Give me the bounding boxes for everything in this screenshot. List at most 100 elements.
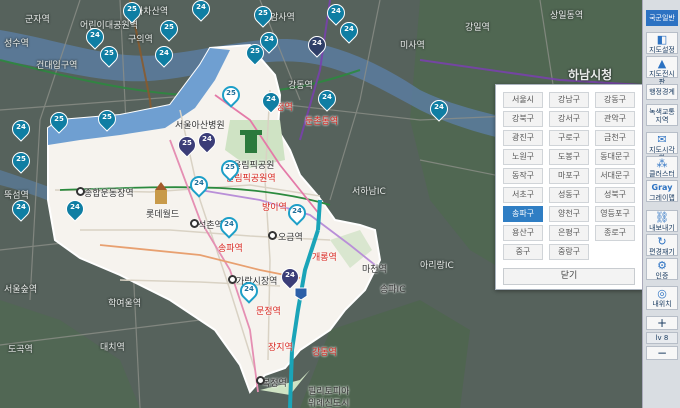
share-button[interactable]: ⛓ 내보내기 bbox=[646, 210, 678, 232]
bus-pin[interactable]: 25 bbox=[174, 132, 200, 160]
national-label: 국군일반 bbox=[649, 14, 675, 22]
district-button[interactable]: 관악구 bbox=[595, 111, 635, 127]
pin-number: 24 bbox=[434, 103, 444, 111]
district-button[interactable]: 강동구 bbox=[595, 92, 635, 108]
gray-map-button[interactable]: Gray 그레이맵 bbox=[646, 180, 678, 202]
bus-pin[interactable]: 25 bbox=[94, 106, 120, 134]
district-button[interactable]: 송파구 bbox=[503, 206, 543, 222]
bus-pin[interactable]: 24 bbox=[188, 0, 214, 24]
district-button[interactable]: 광진구 bbox=[503, 130, 543, 146]
settings-button[interactable]: ⚙ 인증 bbox=[646, 258, 678, 280]
map-setting-label: 지도설정 bbox=[649, 46, 675, 54]
district-button[interactable]: 은평구 bbox=[549, 225, 589, 241]
zoom-in-button[interactable]: + bbox=[646, 316, 678, 330]
district-button[interactable]: 강남구 bbox=[549, 92, 589, 108]
zoom-out-label: − bbox=[656, 346, 668, 360]
zoom-level-label: lv 8 bbox=[655, 334, 669, 342]
pin-number: 25 bbox=[182, 139, 192, 147]
station-marker[interactable] bbox=[268, 231, 277, 240]
district-button[interactable]: 동작구 bbox=[503, 168, 543, 184]
bus-pin[interactable]: 24 bbox=[236, 278, 262, 306]
district-button[interactable]: 동대문구 bbox=[595, 149, 635, 165]
bus-pin[interactable]: 24 bbox=[336, 18, 362, 46]
bus-pin[interactable]: 25 bbox=[217, 156, 243, 184]
bus-pin[interactable]: 24 bbox=[258, 88, 284, 116]
bus-pin[interactable]: 24 bbox=[426, 96, 452, 124]
zoom-out-button[interactable]: − bbox=[646, 346, 678, 360]
pin-number: 25 bbox=[127, 5, 137, 13]
bus-pin[interactable]: 24 bbox=[62, 196, 88, 224]
district-button[interactable]: 구로구 bbox=[549, 130, 589, 146]
pin-number: 25 bbox=[226, 89, 236, 97]
district-button[interactable]: 서울시 bbox=[503, 92, 543, 108]
pin-number: 24 bbox=[331, 7, 341, 15]
national-button[interactable]: 국군일반 bbox=[646, 10, 678, 26]
pin-number: 24 bbox=[194, 179, 204, 187]
map-tools-button[interactable]: ✉ 지도시각화 bbox=[646, 132, 678, 162]
chat-icon: ✉ bbox=[657, 133, 667, 146]
district-button[interactable]: 용산구 bbox=[503, 225, 543, 241]
station-marker[interactable] bbox=[76, 187, 85, 196]
zoom-level: lv 8 bbox=[646, 332, 678, 344]
bus-pin[interactable]: 25 bbox=[8, 148, 34, 176]
district-button[interactable]: 도봉구 bbox=[549, 149, 589, 165]
close-button[interactable]: 닫기 bbox=[503, 268, 635, 285]
gray-text: Gray bbox=[651, 183, 673, 192]
bus-pin[interactable]: 24 bbox=[256, 28, 282, 56]
bus-pin[interactable]: 24 bbox=[194, 128, 220, 156]
pin-number: 24 bbox=[264, 35, 274, 43]
map-setting-button[interactable]: ◧ 지도설정 bbox=[646, 32, 678, 54]
pin-number: 25 bbox=[54, 115, 64, 123]
station-marker[interactable] bbox=[190, 219, 199, 228]
bus-pin[interactable]: 25 bbox=[156, 16, 182, 44]
pin-number: 25 bbox=[225, 163, 235, 171]
bus-pin[interactable]: 25 bbox=[46, 108, 72, 136]
district-button[interactable]: 종로구 bbox=[595, 225, 635, 241]
bus-pin[interactable]: 25 bbox=[119, 0, 145, 26]
district-button[interactable]: 노원구 bbox=[503, 149, 543, 165]
bus-pin[interactable]: 24 bbox=[304, 32, 330, 60]
bus-pin[interactable]: 24 bbox=[216, 213, 242, 241]
pin-number: 24 bbox=[322, 93, 332, 101]
cluster-label: 클러스터 bbox=[649, 170, 675, 178]
district-button[interactable]: 서대문구 bbox=[595, 168, 635, 184]
pin-number: 25 bbox=[16, 155, 26, 163]
district-button[interactable]: 영등포구 bbox=[595, 206, 635, 222]
pin-number: 24 bbox=[16, 123, 26, 131]
bus-pin[interactable]: 25 bbox=[218, 82, 244, 110]
bus-pin[interactable]: 24 bbox=[284, 200, 310, 228]
bus-pin[interactable]: 25 bbox=[250, 2, 276, 30]
district-button[interactable]: 양천구 bbox=[549, 206, 589, 222]
district-panel: 서울시 강남구 강동구강북구 강서구 관악구광진구 구로구 금천구노원구 도봉구 동대문구동작구… bbox=[495, 84, 643, 290]
green-zone-button[interactable]: 녹색교통지역 bbox=[646, 104, 678, 126]
refresh-label: 편경재기 bbox=[649, 248, 675, 256]
district-button[interactable]: 강북구 bbox=[503, 111, 543, 127]
district-button[interactable]: 중랑구 bbox=[549, 244, 589, 260]
station-marker[interactable] bbox=[228, 275, 237, 284]
map-view-button[interactable]: ▲ 지도전시판 bbox=[646, 56, 678, 86]
district-button[interactable]: 서초구 bbox=[503, 187, 543, 203]
bus-pin[interactable]: 24 bbox=[82, 24, 108, 52]
refresh-button[interactable]: ↻ 편경재기 bbox=[646, 234, 678, 256]
bus-pin[interactable]: 24 bbox=[8, 196, 34, 224]
district-button[interactable]: 중구 bbox=[503, 244, 543, 260]
bus-pin[interactable]: 24 bbox=[314, 86, 340, 114]
district-button[interactable]: 성북구 bbox=[595, 187, 635, 203]
district-button[interactable]: 마포구 bbox=[549, 168, 589, 184]
pin-number: 24 bbox=[202, 135, 212, 143]
district-button[interactable]: 강서구 bbox=[549, 111, 589, 127]
locate-button[interactable]: ◎ 내위치 bbox=[646, 286, 678, 310]
pin-number: 24 bbox=[159, 49, 169, 57]
pin-number: 24 bbox=[244, 285, 254, 293]
pin-number: 25 bbox=[258, 9, 268, 17]
district-button[interactable]: 성동구 bbox=[549, 187, 589, 203]
district-button[interactable]: 금천구 bbox=[595, 130, 635, 146]
cluster-button[interactable]: ⁂ 클러스터 bbox=[646, 156, 678, 178]
admin-boundary-button[interactable]: 행정경계 bbox=[646, 84, 678, 100]
gear-icon: ⚙ bbox=[657, 259, 667, 272]
bus-pin[interactable]: 24 bbox=[186, 172, 212, 200]
bus-pin[interactable]: 24 bbox=[151, 42, 177, 70]
station-marker[interactable] bbox=[256, 376, 265, 385]
bus-pin[interactable]: 24 bbox=[277, 264, 303, 292]
bus-pin[interactable]: 24 bbox=[8, 116, 34, 144]
